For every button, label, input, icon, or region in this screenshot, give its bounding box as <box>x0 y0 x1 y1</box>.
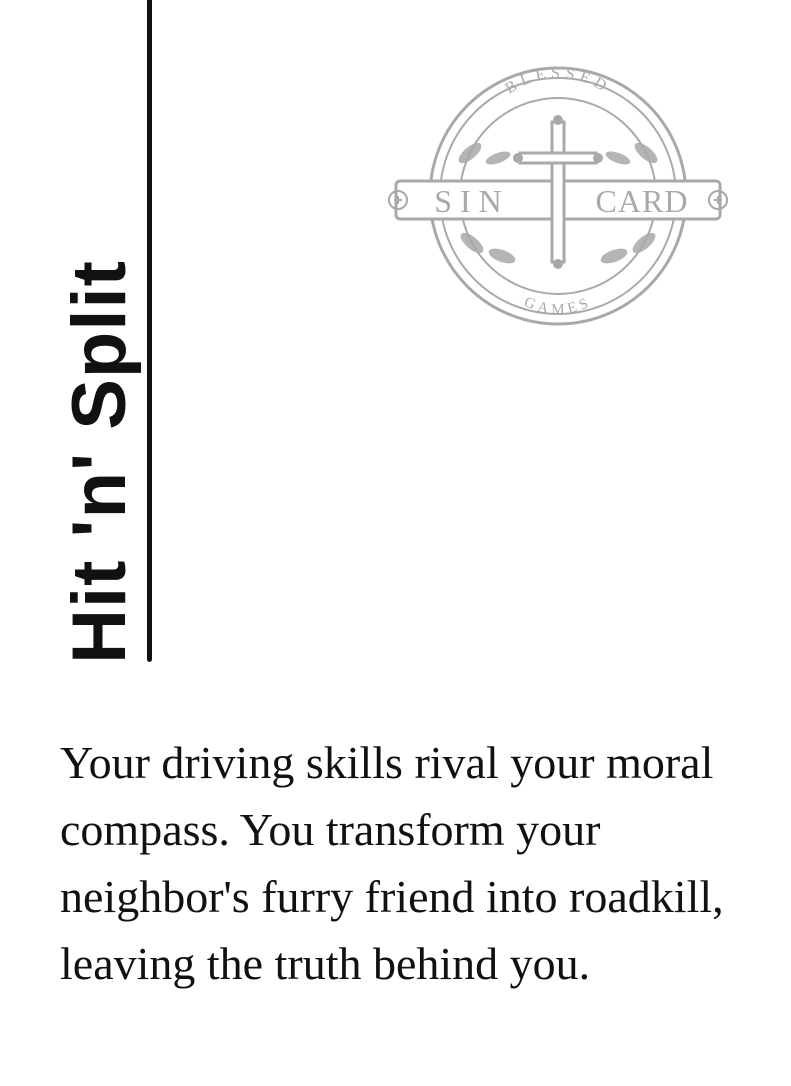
blessed-sin-card-games-logo: BLESSED GAMES SIN CARD <box>388 65 728 326</box>
description-line: Your driving skills rival your moral <box>60 737 714 788</box>
card-description: Your driving skills rival your moral com… <box>60 729 760 997</box>
logo-right-text: CARD <box>596 183 689 219</box>
logo-bottom-text: GAMES <box>522 294 591 318</box>
description-line: leaving the truth behind you. <box>60 938 591 989</box>
description-line: compass. You transform your <box>60 804 601 855</box>
svg-text:GAMES: GAMES <box>522 294 595 318</box>
logo-top-text: BLESSED <box>502 65 608 98</box>
logo-left-text: SIN <box>434 183 510 219</box>
card-title: Hit 'n' Split <box>57 260 142 664</box>
svg-text:BLESSED: BLESSED <box>502 65 613 98</box>
description-line: neighbor's furry friend into roadkill, <box>60 871 724 922</box>
vertical-divider <box>147 0 152 662</box>
card: Hit 'n' Split BLESSED GAMES SIN CARD You… <box>0 0 791 1086</box>
